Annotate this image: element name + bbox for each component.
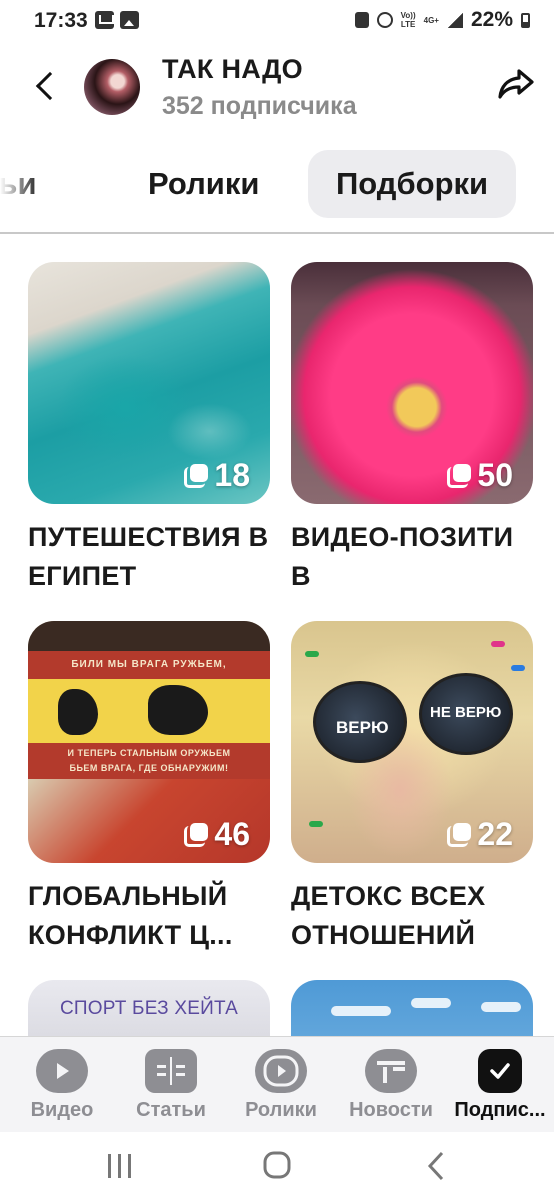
poster-illustration (28, 679, 270, 743)
subscriber-count: 352 подписчика (162, 92, 357, 120)
collection-card[interactable]: БИЛИ МЫ ВРАГА РУЖЬЕМ, И ТЕПЕРЬ СТАЛЬНЫМ … (28, 621, 270, 955)
back-button[interactable] (26, 64, 66, 112)
collection-cover: ВЕРЮ НЕ ВЕРЮ 22 (291, 621, 533, 863)
bottom-navigation: Видео Статьи Ролики Новости Подпис... (0, 1036, 554, 1132)
count-label: 22 (477, 816, 513, 852)
chevron-left-icon (427, 1151, 444, 1181)
nav-label: Статьи (136, 1099, 206, 1121)
item-count: 46 (184, 816, 250, 853)
video-icon (36, 1049, 88, 1093)
chevron-left-icon (35, 71, 65, 101)
channel-avatar[interactable] (84, 59, 140, 115)
home-button[interactable] (257, 1148, 297, 1184)
nav-video[interactable]: Видео (7, 1045, 117, 1131)
battery-percent: 22% (470, 8, 513, 31)
collection-card[interactable]: 50 ВИДЕО-ПОЗИТИ В (291, 262, 533, 596)
glasses-lens-left: ВЕРЮ (313, 681, 407, 763)
image-notification-icon (120, 11, 139, 29)
item-count: 18 (184, 457, 250, 494)
news-icon (365, 1049, 417, 1093)
stack-icon (447, 463, 472, 488)
collection-title: ПУТЕШЕСТВИЯ В ЕГИПЕТ (28, 522, 269, 591)
subscriptions-icon (478, 1049, 522, 1093)
status-time: 17:33 (34, 9, 88, 32)
tab-reels[interactable]: Ролики (148, 150, 259, 218)
item-count: 50 (447, 457, 513, 494)
cover-text: СПОРТ БЕЗ ХЕЙТА (60, 998, 238, 1019)
poster-banner: И ТЕПЕРЬ СТАЛЬНЫМ ОРУЖЬЕМ БЬЕМ ВРАГА, ГД… (28, 743, 270, 779)
glasses-lens-right: НЕ ВЕРЮ (419, 673, 513, 755)
poster-figure (148, 685, 208, 735)
sim-icon (354, 12, 369, 28)
glasses-text-left: ВЕРЮ (336, 718, 389, 737)
collection-title: ДЕТОКС ВСЕХ ОТНОШЕНИЙ (291, 881, 486, 950)
recent-apps-button[interactable] (100, 1148, 140, 1184)
poster-banner: БИЛИ МЫ ВРАГА РУЖЬЕМ, (28, 651, 270, 679)
collection-cover: 18 (28, 262, 270, 504)
collection-cover: БИЛИ МЫ ВРАГА РУЖЬЕМ, И ТЕПЕРЬ СТАЛЬНЫМ … (28, 621, 270, 863)
nav-articles[interactable]: Статьи (116, 1045, 226, 1131)
volte-indicator: Vo)) LTE (401, 11, 416, 29)
collection-card[interactable]: ВЕРЮ НЕ ВЕРЮ 22 ДЕТОКС ВСЕХ ОТНОШЕНИЙ (291, 621, 533, 955)
share-icon (498, 69, 534, 99)
count-label: 50 (477, 457, 513, 493)
home-icon (263, 1151, 291, 1179)
system-back-button[interactable] (418, 1148, 458, 1184)
collection-card[interactable]: 18 ПУТЕШЕСТВИЯ В ЕГИПЕТ (28, 262, 270, 596)
glasses-text-right: НЕ ВЕРЮ (430, 704, 502, 721)
stack-icon (447, 822, 472, 847)
status-bar: 17:33 Vo)) LTE 4G+ 22% (0, 0, 554, 42)
volte-label: Vo)) (400, 11, 416, 20)
lte-label: LTE (400, 20, 416, 29)
sticker-dot (511, 665, 525, 671)
cloud (481, 1002, 521, 1012)
nav-label: Новости (349, 1099, 433, 1121)
poster-caption-2: И ТЕПЕРЬ СТАЛЬНЫМ ОРУЖЬЕМ (67, 748, 231, 758)
poster-caption-3: БЬЕМ ВРАГА, ГДЕ ОБНАРУЖИМ! (69, 763, 229, 773)
articles-icon (145, 1049, 197, 1093)
channel-tabs: атьи Ролики Подборки (0, 140, 554, 234)
alarm-icon (376, 12, 393, 28)
collection-cover: 50 (291, 262, 533, 504)
nav-label: Подпис... (454, 1099, 546, 1121)
battery-icon (521, 12, 530, 28)
nav-reels[interactable]: Ролики (226, 1045, 336, 1131)
collection-title: ВИДЕО-ПОЗИТИ В (291, 522, 514, 591)
tab-articles-label: атьи (0, 166, 37, 201)
recent-apps-icon (108, 1154, 131, 1178)
stack-icon (184, 822, 209, 847)
nav-subscriptions[interactable]: Подпис... (445, 1045, 554, 1131)
channel-header: ТАК НАДО 352 подписчика (0, 48, 554, 130)
sticker-dot (305, 651, 319, 657)
poster-top-band (28, 621, 270, 651)
tab-articles[interactable]: атьи (0, 150, 90, 218)
collection-title: ГЛОБАЛЬНЫЙ КОНФЛИКТ Ц... (28, 881, 233, 950)
share-button[interactable] (494, 62, 538, 106)
channel-title[interactable]: ТАК НАДО (162, 54, 303, 85)
poster-figure (58, 689, 98, 735)
nav-news[interactable]: Новости (336, 1045, 446, 1131)
nav-label: Ролики (245, 1099, 317, 1121)
item-count: 22 (447, 816, 513, 853)
nav-label: Видео (30, 1099, 94, 1121)
count-label: 18 (214, 457, 250, 493)
count-label: 46 (214, 816, 250, 852)
poster-caption-1: БИЛИ МЫ ВРАГА РУЖЬЕМ, (71, 659, 227, 670)
tab-collections[interactable]: Подборки (308, 150, 517, 218)
cloud (411, 998, 451, 1008)
cloud (331, 1006, 391, 1016)
status-indicators: Vo)) LTE 4G+ 22% (354, 8, 530, 32)
sticker-dot (309, 821, 323, 827)
stack-icon (184, 463, 209, 488)
signal-icon (446, 12, 463, 28)
system-navigation-bar (0, 1132, 554, 1200)
network-type: 4G+ (423, 15, 439, 25)
mail-notification-icon (95, 11, 114, 29)
sticker-dot (491, 641, 505, 647)
reels-icon (255, 1049, 307, 1093)
